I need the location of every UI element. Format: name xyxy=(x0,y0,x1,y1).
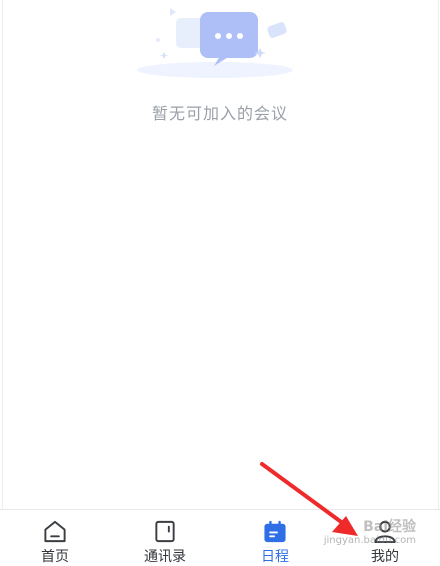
tab-home-label: 首页 xyxy=(41,549,69,565)
watermark-main: Bai经验 xyxy=(363,518,416,535)
tab-home[interactable]: 首页 xyxy=(0,510,110,566)
home-icon xyxy=(44,520,66,543)
watermark-sub: jingyan.baidu.com xyxy=(323,535,416,546)
contacts-icon xyxy=(155,520,175,543)
calendar-icon xyxy=(264,520,286,543)
tab-mine-label: 我的 xyxy=(371,549,399,565)
tab-contacts[interactable]: 通讯录 xyxy=(110,510,220,566)
annotation-arrow xyxy=(260,462,358,536)
watermark: Bai经验 jingyan.baidu.com xyxy=(323,518,416,546)
right-border xyxy=(438,0,439,510)
tab-schedule-label: 日程 xyxy=(261,549,289,565)
left-border xyxy=(2,0,3,510)
tab-contacts-label: 通讯录 xyxy=(144,549,186,565)
empty-state-message: 暂无可加入的会议 xyxy=(151,104,288,123)
empty-chat-illustration xyxy=(137,8,293,78)
app-screen: 暂无可加入的会议 首页 通讯录 日程 我的 Bai经验 jingyan.baid… xyxy=(0,0,440,566)
tab-schedule[interactable]: 日程 xyxy=(220,510,330,566)
